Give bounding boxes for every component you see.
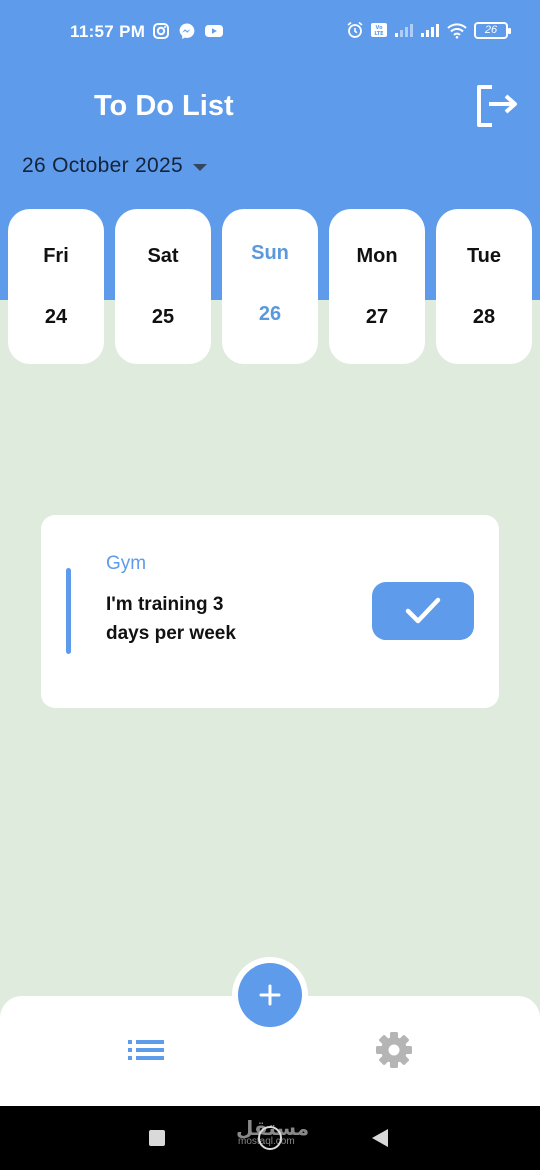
- page-title: To Do List: [94, 90, 234, 122]
- day-name: Fri: [43, 245, 69, 267]
- day-number: 24: [44, 306, 68, 328]
- list-icon: [128, 1040, 164, 1060]
- signal-icon-1: [395, 24, 413, 37]
- add-task-button[interactable]: [238, 963, 302, 1027]
- messenger-icon: [179, 23, 195, 39]
- day-name: Sun: [251, 242, 289, 264]
- day-card-tue[interactable]: Tue 28: [436, 209, 532, 364]
- status-bar: 11:57 PM Vo LTE 26: [0, 0, 540, 62]
- logout-button[interactable]: [472, 82, 520, 130]
- battery-level: 26: [484, 24, 498, 36]
- selected-date-label: 26 October 2025: [22, 154, 183, 177]
- day-number: 25: [151, 306, 175, 328]
- logout-icon: [477, 85, 517, 127]
- check-icon: [405, 597, 441, 624]
- nav-settings-tab[interactable]: [374, 1030, 414, 1070]
- complete-task-button[interactable]: [372, 582, 474, 640]
- day-number: 28: [472, 306, 496, 328]
- status-app-icons: [152, 22, 224, 40]
- system-nav-bar: مستقل mostaql.com: [0, 1106, 540, 1170]
- day-name: Mon: [356, 245, 398, 267]
- youtube-icon: [205, 25, 223, 37]
- signal-icon-2: [421, 24, 439, 37]
- gear-icon: [376, 1032, 412, 1068]
- home-button[interactable]: [258, 1126, 282, 1150]
- task-text: I'm training 3 days per week: [106, 594, 236, 644]
- back-button[interactable]: [372, 1129, 388, 1147]
- day-card-sat[interactable]: Sat 25: [115, 209, 211, 364]
- instagram-icon: [153, 23, 169, 39]
- svg-text:LTE: LTE: [374, 31, 384, 37]
- task-accent-bar: [66, 568, 71, 654]
- day-name: Tue: [466, 245, 502, 267]
- day-card-fri[interactable]: Fri 24: [8, 209, 104, 364]
- date-picker[interactable]: 26 October 2025: [22, 154, 207, 178]
- task-card[interactable]: Gym I'm training 3 days per week: [41, 515, 499, 708]
- caret-down-icon: [192, 164, 207, 171]
- day-number: 26: [258, 303, 282, 325]
- status-time: 11:57 PM: [70, 22, 146, 41]
- day-card-mon[interactable]: Mon 27: [329, 209, 425, 364]
- day-card-sun-selected[interactable]: Sun 26: [222, 209, 318, 364]
- recents-button[interactable]: [149, 1130, 165, 1146]
- battery-icon: 26: [474, 21, 511, 39]
- status-right-icons: Vo LTE 26: [346, 21, 511, 39]
- day-number: 27: [365, 306, 389, 328]
- task-category: Gym: [106, 553, 147, 574]
- nav-tasks-tab[interactable]: [127, 1033, 165, 1067]
- day-name: Sat: [147, 245, 179, 267]
- volte-icon: VoLTE: [371, 23, 387, 37]
- alarm-icon: [347, 21, 363, 38]
- plus-icon: [259, 984, 281, 1006]
- wifi-icon: [447, 23, 467, 39]
